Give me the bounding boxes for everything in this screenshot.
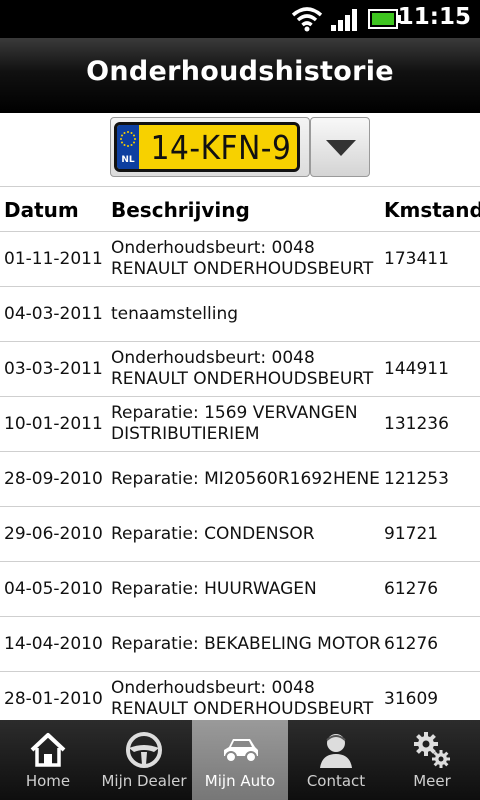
nav-item-meer[interactable]: Meer [384, 720, 480, 800]
table-row[interactable]: 04-03-2011 tenaamstelling [0, 287, 480, 342]
table-row[interactable]: 29-06-2010 Reparatie: CONDENSOR 91721 [0, 507, 480, 562]
column-header-description: Beschrijving [111, 198, 250, 222]
steering-wheel-icon [126, 732, 162, 768]
row-description: Reparatie: 1569 VERVANGEN DISTRIBUTIERIE… [111, 403, 358, 444]
table-row[interactable]: 01-11-2011 Onderhoudsbeurt: 0048 RENAULT… [0, 232, 480, 287]
row-date: 04-03-2011 [4, 303, 103, 324]
row-description: tenaamstelling [111, 303, 239, 324]
row-km: 91721 [384, 523, 439, 544]
row-description: Reparatie: BEKABELING MOTOR [111, 633, 381, 654]
gears-icon [414, 732, 450, 768]
row-date: 04-05-2010 [4, 578, 103, 599]
row-km: 173411 [384, 248, 449, 269]
nav-item-contact[interactable]: Contact [288, 720, 384, 800]
car-icon [224, 739, 258, 763]
wifi-icon [291, 7, 323, 32]
table-row[interactable]: 28-09-2010 Reparatie: MI20560R1692HENE 1… [0, 452, 480, 507]
page-title: Onderhoudshistorie [86, 56, 394, 87]
bottom-navigation: Home Mijn Dealer Mijn Auto Contact Meer [0, 720, 480, 800]
table-row[interactable]: 28-01-2010 Onderhoudsbeurt: 0048 RENAULT… [0, 672, 480, 720]
eu-stars-icon [120, 131, 136, 147]
row-km: 144911 [384, 358, 449, 379]
title-bar: Onderhoudshistorie [0, 38, 480, 113]
plate-number: 14-KFN-9 [150, 128, 292, 167]
nav-label: Mijn Auto [204, 772, 276, 790]
row-description: Onderhoudsbeurt: 0048 RENAULT ONDERHOUDS… [111, 238, 374, 279]
row-date: 03-03-2011 [4, 358, 103, 379]
table-row[interactable]: 10-01-2011 Reparatie: 1569 VERVANGEN DIS… [0, 397, 480, 452]
row-description: Onderhoudsbeurt: 0048 RENAULT ONDERHOUDS… [111, 678, 374, 719]
table-row[interactable]: 03-03-2011 Onderhoudsbeurt: 0048 RENAULT… [0, 342, 480, 397]
nav-item-mijn-auto[interactable]: Mijn Auto [192, 720, 288, 800]
vehicle-selector: NL 14-KFN-9 [0, 113, 480, 187]
row-km: 61276 [384, 578, 439, 599]
row-description: Reparatie: MI20560R1692HENE [111, 468, 380, 489]
row-date: 01-11-2011 [4, 248, 103, 269]
row-description: Onderhoudsbeurt: 0048 RENAULT ONDERHOUDS… [111, 348, 374, 389]
row-date: 28-09-2010 [4, 468, 103, 489]
country-code: NL [121, 155, 135, 165]
table-header: Datum Beschrijving Kmstand [0, 188, 480, 232]
row-date: 10-01-2011 [4, 413, 103, 434]
nav-label: Contact [306, 772, 366, 790]
license-plate: NL 14-KFN-9 [114, 122, 300, 172]
nav-item-home[interactable]: Home [0, 720, 96, 800]
nav-label: Mijn Dealer [101, 772, 187, 790]
nav-label: Meer [413, 772, 451, 790]
person-icon [320, 734, 352, 768]
signal-icon [331, 9, 357, 31]
status-time: 11:15 [397, 4, 471, 30]
table-row[interactable]: 04-05-2010 Reparatie: HUURWAGEN 61276 [0, 562, 480, 617]
maintenance-history-table[interactable]: Datum Beschrijving Kmstand 01-11-2011 On… [0, 188, 480, 720]
column-header-km: Kmstand [384, 198, 480, 222]
row-km: 131236 [384, 413, 449, 434]
chevron-down-icon [326, 140, 356, 156]
license-plate-spinner[interactable]: NL 14-KFN-9 [110, 117, 310, 177]
row-description: Reparatie: HUURWAGEN [111, 578, 317, 599]
row-km [384, 287, 476, 341]
status-bar: 11:15 [0, 0, 480, 38]
home-icon [30, 733, 66, 767]
nav-label: Home [25, 772, 71, 790]
nav-item-mijn-dealer[interactable]: Mijn Dealer [96, 720, 192, 800]
row-km: 31609 [384, 688, 439, 709]
table-row[interactable]: 14-04-2010 Reparatie: BEKABELING MOTOR 6… [0, 617, 480, 672]
row-description: Reparatie: CONDENSOR [111, 523, 315, 544]
eu-band: NL [117, 125, 139, 169]
column-header-date: Datum [4, 198, 79, 222]
row-km: 121253 [384, 468, 449, 489]
row-km: 61276 [384, 633, 439, 654]
row-date: 29-06-2010 [4, 523, 103, 544]
vehicle-dropdown-button[interactable] [310, 117, 370, 177]
row-date: 28-01-2010 [4, 688, 103, 709]
row-date: 14-04-2010 [4, 633, 103, 654]
